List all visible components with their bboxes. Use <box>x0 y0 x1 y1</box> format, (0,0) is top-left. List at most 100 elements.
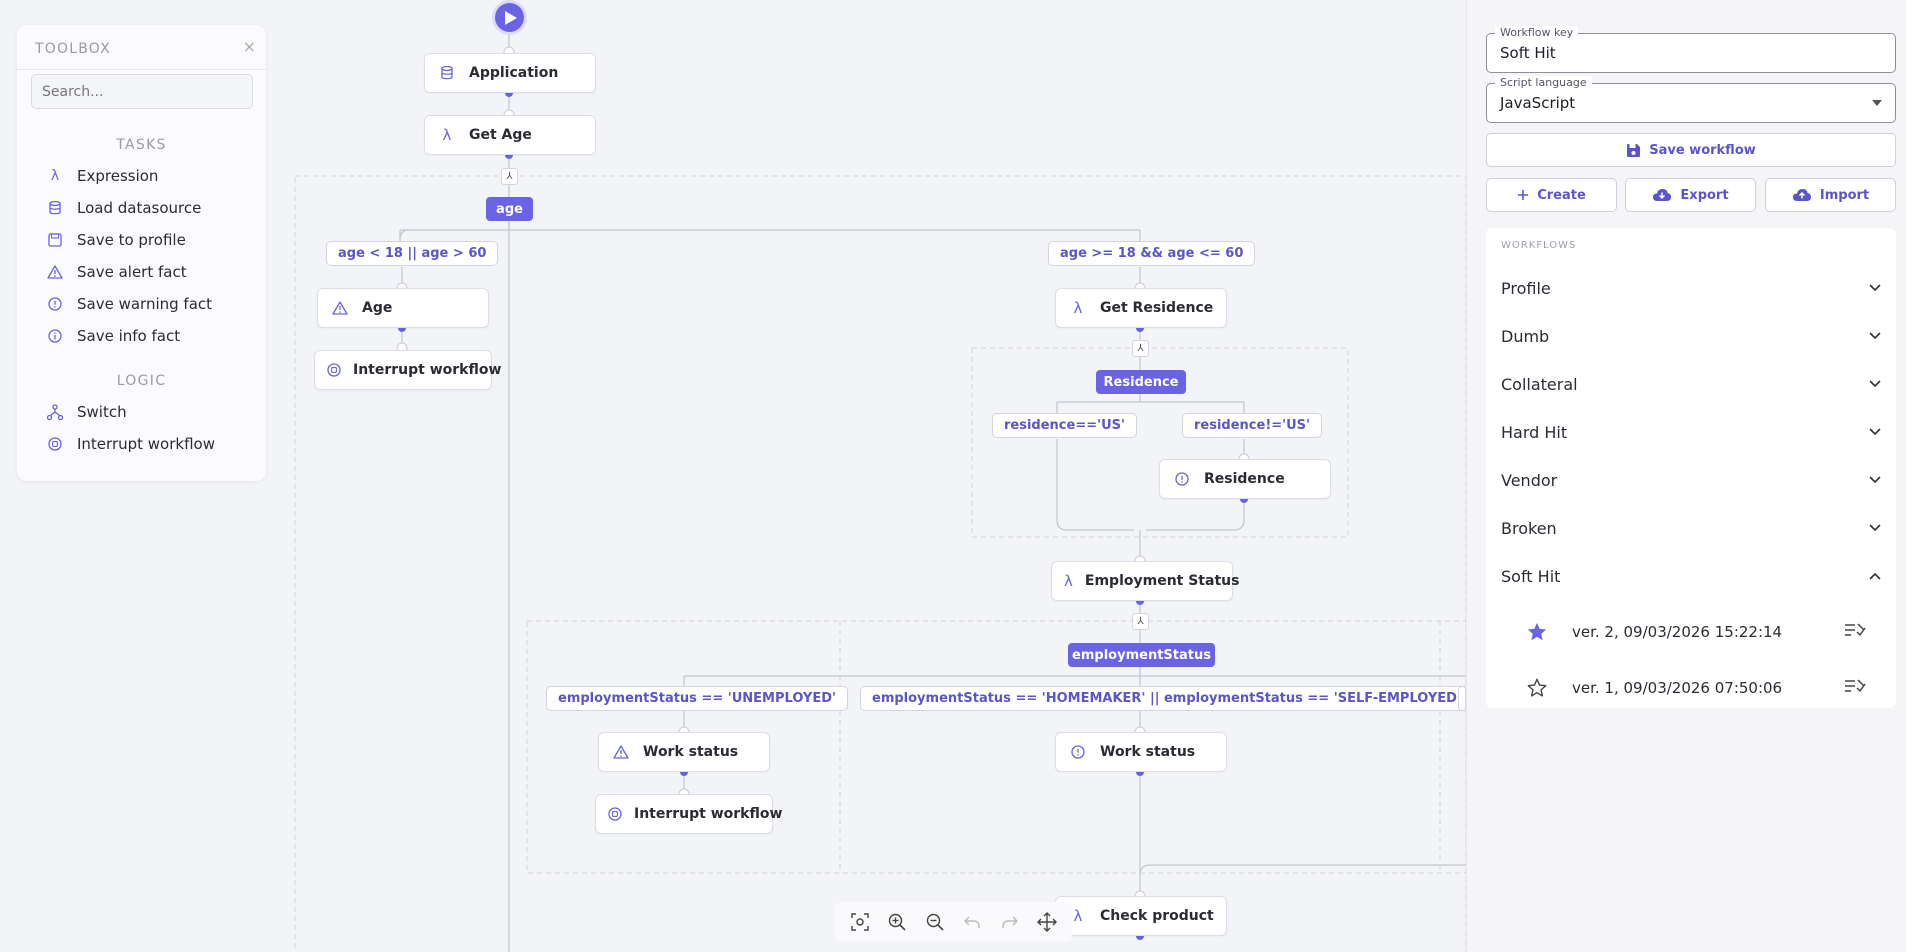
save-workflow-button[interactable]: Save workflow <box>1486 133 1896 167</box>
workflow-item-vendor[interactable]: Vendor <box>1501 466 1881 494</box>
workflow-item-collateral[interactable]: Collateral <box>1501 370 1881 398</box>
redo-icon <box>1002 916 1018 928</box>
redo-button[interactable] <box>996 908 1024 936</box>
condition-partial[interactable] <box>1458 686 1466 711</box>
workflow-name: Hard Hit <box>1501 422 1568 442</box>
node-work-status-alert[interactable]: Work status <box>598 732 770 772</box>
node-age[interactable]: Age <box>317 288 489 328</box>
chevron-down-icon <box>1869 284 1881 292</box>
toolbox-item-save-alert-fact[interactable]: Save alert fact <box>47 260 187 284</box>
create-button[interactable]: Create <box>1486 178 1617 212</box>
toolbox-panel: TOOLBOX × TASKS λ Expression Load dataso… <box>17 25 266 481</box>
item-label: Save info fact <box>77 327 181 345</box>
toolbox-search-input[interactable] <box>31 74 253 109</box>
save-icon <box>1626 143 1641 158</box>
node-interrupt-workflow-2[interactable]: Interrupt workflow <box>595 794 782 834</box>
undo-button[interactable] <box>958 908 986 936</box>
caret-down-icon <box>1872 100 1882 106</box>
version-label: ver. 1, 09/03/2026 07:50:06 <box>1572 679 1783 697</box>
node-interrupt-workflow[interactable]: Interrupt workflow <box>314 350 501 390</box>
field-label: Workflow key <box>1495 26 1579 39</box>
item-label: Interrupt workflow <box>77 435 215 453</box>
condition-age-out[interactable]: age < 18 || age > 60 <box>326 241 499 266</box>
activate-version-icon[interactable] <box>1844 622 1866 642</box>
node-check-product[interactable]: λ Check product <box>1055 896 1227 936</box>
zoom-out-button[interactable] <box>921 908 949 936</box>
move-icon <box>1037 912 1058 932</box>
workflow-item-hard-hit[interactable]: Hard Hit <box>1501 418 1881 446</box>
section-logic-label: LOGIC <box>116 373 167 389</box>
pan-button[interactable] <box>1033 908 1061 936</box>
toolbox-item-save-info-fact[interactable]: Save info fact <box>47 324 180 348</box>
workflow-item-dumb[interactable]: Dumb <box>1501 322 1881 350</box>
version-label: ver. 2, 09/03/2026 15:22:14 <box>1572 623 1783 641</box>
workflow-item-profile[interactable]: Profile <box>1501 274 1881 302</box>
fit-view-button[interactable] <box>846 908 874 936</box>
export-button[interactable]: Export <box>1625 178 1756 212</box>
toolbox-item-load-datasource[interactable]: Load datasource <box>47 196 201 220</box>
node-label: Work status <box>643 744 739 760</box>
node-label: Residence <box>1204 471 1285 487</box>
workflow-item-soft-hit[interactable]: Soft Hit <box>1501 562 1881 590</box>
toolbox-item-save-to-profile[interactable]: Save to profile <box>47 228 186 252</box>
button-label: Export <box>1680 187 1729 203</box>
node-residence[interactable]: Residence <box>1159 459 1331 499</box>
node-application[interactable]: Application <box>424 53 596 93</box>
switch-age[interactable]: age <box>486 197 533 221</box>
cloud-upload-icon <box>1792 188 1812 202</box>
button-label: Create <box>1537 187 1586 203</box>
zoom-in-button[interactable] <box>883 908 911 936</box>
cloud-download-icon <box>1652 188 1672 202</box>
alert-triangle-icon <box>611 745 631 759</box>
script-language-select[interactable]: Script language JavaScript <box>1486 76 1896 123</box>
workflow-canvas[interactable]: Application λ Get Age ⅄ age age < 18 || … <box>0 0 1466 952</box>
lambda-icon: λ <box>1073 299 1083 317</box>
condition-residence-us[interactable]: residence=='US' <box>992 413 1137 438</box>
activate-version-icon[interactable] <box>1844 678 1866 698</box>
section-tasks-label: TASKS <box>116 137 167 153</box>
workflow-name: Vendor <box>1501 470 1558 490</box>
condition-homemaker[interactable]: employmentStatus == 'HOMEMAKER' || emplo… <box>860 686 1466 711</box>
start-node[interactable] <box>495 3 524 32</box>
close-icon[interactable]: × <box>243 37 256 56</box>
version-row-1[interactable]: ver. 1, 09/03/2026 07:50:06 <box>1526 674 1866 702</box>
toolbox-item-interrupt-workflow[interactable]: Interrupt workflow <box>47 432 215 456</box>
item-label: Save alert fact <box>77 263 187 281</box>
workflow-name: Collateral <box>1501 374 1578 394</box>
toolbox-item-switch[interactable]: Switch <box>47 400 127 424</box>
database-icon <box>437 66 457 80</box>
node-work-status-warning[interactable]: Work status <box>1055 732 1227 772</box>
toolbox-item-save-warning-fact[interactable]: Save warning fact <box>47 292 212 316</box>
condition-age-in[interactable]: age >= 18 && age <= 60 <box>1048 241 1256 266</box>
chevron-down-icon <box>1869 332 1881 340</box>
version-row-2[interactable]: ver. 2, 09/03/2026 15:22:14 <box>1526 618 1866 646</box>
star-filled-icon[interactable] <box>1526 621 1550 643</box>
split-icon: ⅄ <box>1132 340 1149 357</box>
lambda-icon: λ <box>1064 572 1073 590</box>
switch-employment-status[interactable]: employmentStatus <box>1068 643 1215 667</box>
node-label: Application <box>469 65 559 81</box>
workflow-settings-panel: Workflow key Soft Hit Script language Ja… <box>1466 0 1906 952</box>
workflow-key-field[interactable]: Workflow key Soft Hit <box>1486 26 1896 73</box>
switch-residence[interactable]: Residence <box>1096 370 1186 394</box>
node-label: Employment Status <box>1084 573 1240 589</box>
field-value: JavaScript <box>1500 94 1576 112</box>
chevron-up-icon <box>1869 572 1881 580</box>
lambda-icon: λ <box>50 168 60 184</box>
condition-residence-not-us[interactable]: residence!='US' <box>1182 413 1323 438</box>
node-get-age[interactable]: λ Get Age <box>424 115 596 155</box>
node-get-residence[interactable]: λ Get Residence <box>1055 288 1227 328</box>
star-outline-icon[interactable] <box>1526 677 1550 699</box>
toolbox-item-expression[interactable]: λ Expression <box>47 164 159 188</box>
node-label: Work status <box>1100 744 1196 760</box>
lambda-icon: λ <box>442 126 452 144</box>
node-employment-status[interactable]: λ Employment Status <box>1051 561 1239 601</box>
workflow-item-broken[interactable]: Broken <box>1501 514 1881 542</box>
chevron-down-icon <box>1869 524 1881 532</box>
condition-unemployed[interactable]: employmentStatus == 'UNEMPLOYED' <box>546 686 848 711</box>
node-label: Interrupt workflow <box>634 806 783 822</box>
import-button[interactable]: Import <box>1765 178 1896 212</box>
workflow-name: Dumb <box>1501 326 1550 346</box>
node-label: Interrupt workflow <box>353 362 502 378</box>
database-icon <box>47 201 63 215</box>
